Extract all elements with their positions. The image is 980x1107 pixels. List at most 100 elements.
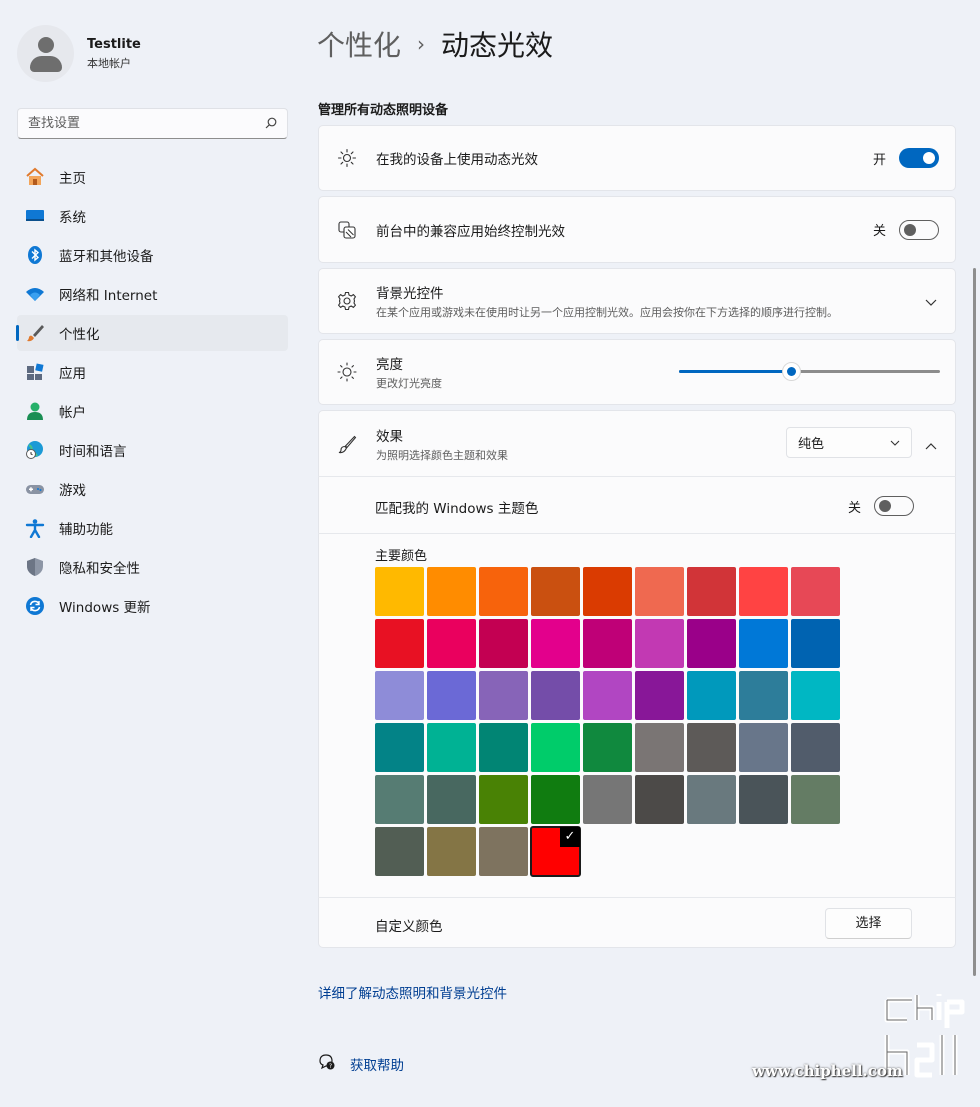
choose-color-button[interactable]: 选择 — [825, 908, 912, 939]
learn-more-link[interactable]: 详细了解动态照明和背景光控件 — [318, 982, 507, 1002]
match-theme-title: 匹配我的 Windows 主题色 — [375, 501, 539, 517]
color-swatch[interactable] — [375, 619, 424, 668]
color-swatch[interactable] — [479, 775, 528, 824]
color-swatch[interactable] — [739, 775, 788, 824]
color-swatch[interactable] — [687, 671, 736, 720]
color-swatch[interactable] — [375, 567, 424, 616]
color-swatch[interactable] — [791, 775, 840, 824]
color-swatch[interactable] — [583, 723, 632, 772]
accessibility-icon — [25, 518, 45, 538]
color-swatch[interactable] — [739, 567, 788, 616]
color-swatch[interactable] — [479, 723, 528, 772]
search-input[interactable] — [28, 116, 228, 131]
sidebar-item-network[interactable]: 网络和 Internet — [17, 276, 288, 312]
sidebar-item-accounts[interactable]: 帐户 — [17, 393, 288, 429]
effect-select[interactable]: 纯色 — [786, 427, 912, 458]
chevron-down-icon[interactable] — [925, 292, 937, 311]
color-swatch[interactable] — [635, 567, 684, 616]
color-swatch[interactable] — [635, 723, 684, 772]
slider-thumb[interactable] — [782, 362, 802, 381]
color-swatch[interactable] — [479, 567, 528, 616]
color-swatch[interactable] — [791, 723, 840, 772]
background-controls-card[interactable]: 背景光控件 在某个应用或游戏未在使用时让另一个应用控制光效。应用会按你在下方选择… — [318, 268, 956, 334]
sidebar-item-gaming[interactable]: 游戏 — [17, 471, 288, 507]
sidebar-item-apps[interactable]: 应用 — [17, 354, 288, 390]
sidebar-item-accessibility[interactable]: 辅助功能 — [17, 510, 288, 546]
toggle-state-label: 关 — [848, 500, 862, 516]
color-swatch[interactable] — [375, 775, 424, 824]
sidebar: Testlite 本地帐户 主页 系统 蓝牙和其他设备 — [0, 0, 300, 1107]
search-box[interactable] — [17, 108, 288, 139]
color-swatch[interactable] — [583, 567, 632, 616]
color-swatch[interactable] — [479, 671, 528, 720]
shield-icon — [25, 557, 45, 577]
sidebar-item-windows-update[interactable]: Windows 更新 — [17, 588, 288, 624]
color-swatch[interactable] — [427, 619, 476, 668]
color-swatch[interactable] — [427, 671, 476, 720]
color-swatch[interactable] — [791, 671, 840, 720]
color-swatch[interactable] — [531, 619, 580, 668]
color-swatch[interactable] — [739, 619, 788, 668]
get-help-link[interactable]: ? 获取帮助 — [318, 1053, 404, 1075]
divider — [318, 897, 956, 898]
color-swatch[interactable] — [739, 723, 788, 772]
foreground-apps-toggle[interactable] — [899, 219, 939, 240]
color-swatch[interactable] — [791, 567, 840, 616]
search-icon[interactable] — [265, 114, 277, 133]
color-swatch[interactable] — [531, 567, 580, 616]
color-swatch[interactable] — [531, 775, 580, 824]
color-swatch[interactable] — [427, 827, 476, 876]
color-swatch[interactable] — [687, 723, 736, 772]
wifi-icon — [25, 284, 45, 304]
sidebar-item-time-language[interactable]: 时间和语言 — [17, 432, 288, 468]
color-swatch[interactable] — [583, 619, 632, 668]
color-swatch[interactable] — [635, 775, 684, 824]
color-swatch[interactable] — [635, 671, 684, 720]
sidebar-item-label: 网络和 Internet — [59, 288, 158, 304]
sun-icon — [335, 360, 359, 384]
sidebar-item-home[interactable]: 主页 — [17, 159, 288, 195]
use-dynamic-lighting-toggle[interactable] — [899, 148, 939, 168]
background-controls-subtitle: 在某个应用或游戏未在使用时让另一个应用控制光效。应用会按你在下方选择的顺序进行控… — [376, 306, 838, 319]
color-swatch[interactable] — [739, 671, 788, 720]
color-swatch[interactable] — [375, 671, 424, 720]
sidebar-item-privacy[interactable]: 隐私和安全性 — [17, 549, 288, 585]
color-swatch[interactable] — [687, 619, 736, 668]
sidebar-item-bluetooth[interactable]: 蓝牙和其他设备 — [17, 237, 288, 273]
color-swatch[interactable] — [427, 567, 476, 616]
toggle-knob — [879, 500, 892, 512]
chevron-up-icon[interactable] — [925, 435, 937, 454]
color-swatch[interactable] — [375, 723, 424, 772]
color-swatch[interactable] — [635, 619, 684, 668]
brush-outline-icon — [335, 432, 359, 456]
color-swatch[interactable] — [479, 827, 528, 876]
avatar — [17, 25, 74, 82]
color-swatch[interactable] — [375, 827, 424, 876]
color-swatch[interactable] — [427, 775, 476, 824]
use-dynamic-lighting-card: 在我的设备上使用动态光效 开 — [318, 125, 956, 191]
color-swatch[interactable] — [531, 671, 580, 720]
color-swatch[interactable] — [531, 723, 580, 772]
color-swatch[interactable] — [791, 619, 840, 668]
match-theme-toggle[interactable] — [874, 496, 915, 516]
get-help-label: 获取帮助 — [350, 1058, 404, 1074]
color-swatch[interactable] — [427, 723, 476, 772]
sidebar-item-system[interactable]: 系统 — [17, 198, 288, 234]
brightness-slider[interactable] — [679, 361, 940, 381]
color-swatch[interactable] — [687, 567, 736, 616]
sidebar-item-label: 应用 — [59, 366, 86, 382]
background-controls-title: 背景光控件 — [376, 286, 444, 302]
color-swatch[interactable] — [583, 775, 632, 824]
page-title: 动态光效 — [441, 29, 554, 62]
sidebar-item-personalization[interactable]: 个性化 — [16, 315, 288, 351]
color-swatch[interactable] — [479, 619, 528, 668]
scrollbar[interactable] — [973, 268, 976, 976]
user-profile[interactable]: Testlite 本地帐户 — [17, 25, 141, 82]
color-swatch[interactable] — [583, 671, 632, 720]
color-swatch[interactable]: ✓ — [530, 826, 581, 877]
breadcrumb-parent[interactable]: 个性化 — [317, 24, 401, 64]
gamepad-icon — [25, 479, 45, 499]
color-swatch[interactable] — [687, 775, 736, 824]
chevron-down-icon — [890, 435, 900, 450]
sidebar-item-label: 辅助功能 — [59, 522, 113, 538]
